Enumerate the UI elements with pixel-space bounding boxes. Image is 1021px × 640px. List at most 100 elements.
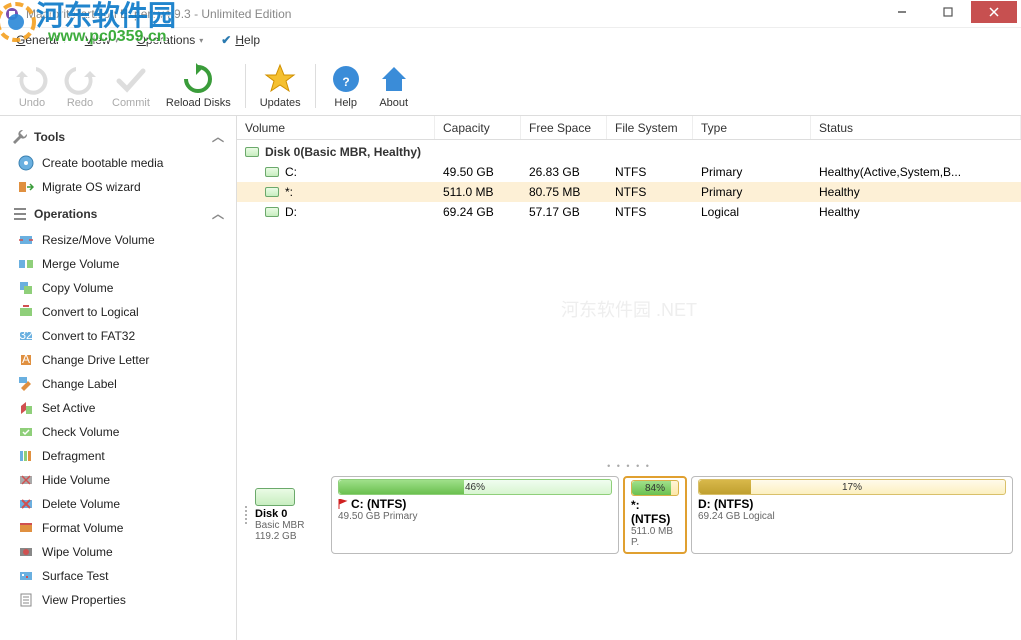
col-type[interactable]: Type — [693, 116, 811, 139]
splitter-handle[interactable]: • • • • • — [237, 462, 1021, 470]
disc-icon — [18, 155, 34, 171]
op-icon — [18, 592, 34, 608]
main-content: Volume Capacity Free Space File System T… — [237, 116, 1021, 640]
disk-group-header[interactable]: Disk 0(Basic MBR, Healthy) — [237, 142, 1021, 162]
op-icon — [18, 472, 34, 488]
volume-icon — [265, 187, 279, 197]
col-status[interactable]: Status — [811, 116, 1021, 139]
sidebar-item-hide-volume[interactable]: Hide Volume — [0, 468, 236, 492]
col-fs[interactable]: File System — [607, 116, 693, 139]
disk-icon — [255, 488, 295, 506]
wrench-icon — [12, 129, 28, 145]
sidebar-item-set-active[interactable]: Set Active — [0, 396, 236, 420]
star-icon — [264, 63, 296, 95]
volume-row[interactable]: C:49.50 GB26.83 GBNTFSPrimaryHealthy(Act… — [237, 162, 1021, 182]
reload-disks-button[interactable]: Reload Disks — [158, 61, 239, 111]
sidebar-item-view-properties[interactable]: View Properties — [0, 588, 236, 612]
menu-view[interactable]: View▾ — [77, 31, 127, 49]
sidebar-item-delete-volume[interactable]: Delete Volume — [0, 492, 236, 516]
partition-box[interactable]: 46%C: (NTFS)49.50 GB Primary — [331, 476, 619, 554]
op-icon — [18, 304, 34, 320]
col-volume[interactable]: Volume — [237, 116, 435, 139]
op-icon — [18, 448, 34, 464]
volume-icon — [265, 167, 279, 177]
undo-button[interactable]: Undo — [8, 61, 56, 111]
sidebar-item-convert-to-logical[interactable]: Convert to Logical — [0, 300, 236, 324]
op-icon — [18, 568, 34, 584]
chevron-up-icon: ︿ — [212, 205, 224, 222]
col-free[interactable]: Free Space — [521, 116, 607, 139]
sidebar-item-convert-to-fat-[interactable]: 32Convert to FAT32 — [0, 324, 236, 348]
op-icon — [18, 496, 34, 512]
sidebar-section-operations[interactable]: Operations ︿ — [0, 199, 236, 228]
op-icon — [18, 400, 34, 416]
op-icon — [18, 376, 34, 392]
usage-bar: 46% — [338, 479, 612, 495]
help-icon: ? — [330, 63, 362, 95]
menu-operations[interactable]: Operations▾ — [129, 31, 212, 49]
op-icon — [18, 280, 34, 296]
op-icon — [18, 256, 34, 272]
disk-icon — [245, 147, 259, 157]
toolbar-separator — [315, 64, 316, 108]
toolbar-separator — [245, 64, 246, 108]
menu-bar: General▾ View▾ Operations▾ ✔Help — [0, 28, 1021, 52]
partition-box[interactable]: 84%*: (NTFS)511.0 MB P. — [623, 476, 687, 554]
sidebar: Tools ︿ Create bootable media Migrate OS… — [0, 116, 237, 640]
list-icon — [12, 206, 28, 222]
sidebar-item-surface-test[interactable]: Surface Test — [0, 564, 236, 588]
sidebar-item-migrate-os[interactable]: Migrate OS wizard — [0, 175, 236, 199]
reload-icon — [182, 63, 214, 95]
sidebar-item-create-bootable[interactable]: Create bootable media — [0, 151, 236, 175]
disk-map: Disk 0 Basic MBR 119.2 GB 46%C: (NTFS)49… — [237, 470, 1021, 560]
minimize-button[interactable] — [879, 1, 925, 23]
sidebar-section-tools[interactable]: Tools ︿ — [0, 122, 236, 151]
op-icon — [18, 424, 34, 440]
toolbar: Undo Redo Commit Reload Disks Updates ? … — [0, 52, 1021, 116]
sidebar-item-check-volume[interactable]: Check Volume — [0, 420, 236, 444]
svg-text:?: ? — [342, 75, 349, 89]
close-button[interactable] — [971, 1, 1017, 23]
usage-bar: 17% — [698, 479, 1006, 495]
redo-button[interactable]: Redo — [56, 61, 104, 111]
title-bar: Macrorit Partition Expert v4.9.3 - Unlim… — [0, 0, 1021, 28]
op-icon: A — [18, 352, 34, 368]
updates-button[interactable]: Updates — [252, 61, 309, 111]
op-icon — [18, 232, 34, 248]
sidebar-item-change-drive-letter[interactable]: AChange Drive Letter — [0, 348, 236, 372]
sidebar-item-copy-volume[interactable]: Copy Volume — [0, 276, 236, 300]
commit-icon — [115, 63, 147, 95]
undo-icon — [16, 63, 48, 95]
sidebar-item-change-label[interactable]: Change Label — [0, 372, 236, 396]
about-button[interactable]: About — [370, 61, 418, 111]
op-icon — [18, 520, 34, 536]
disk-info[interactable]: Disk 0 Basic MBR 119.2 GB — [255, 476, 327, 554]
sidebar-item-merge-volume[interactable]: Merge Volume — [0, 252, 236, 276]
volume-row[interactable]: *:511.0 MB80.75 MBNTFSPrimaryHealthy — [237, 182, 1021, 202]
menu-general[interactable]: General▾ — [8, 31, 75, 49]
column-headers: Volume Capacity Free Space File System T… — [237, 116, 1021, 140]
col-capacity[interactable]: Capacity — [435, 116, 521, 139]
commit-button[interactable]: Commit — [104, 61, 158, 111]
op-icon: 32 — [18, 328, 34, 344]
partition-box[interactable]: 17%D: (NTFS)69.24 GB Logical — [691, 476, 1013, 554]
migrate-icon — [18, 179, 34, 195]
maximize-button[interactable] — [925, 1, 971, 23]
sidebar-item-resize-move-volume[interactable]: Resize/Move Volume — [0, 228, 236, 252]
sidebar-item-format-volume[interactable]: Format Volume — [0, 516, 236, 540]
op-icon — [18, 544, 34, 560]
svg-text:32: 32 — [19, 328, 33, 342]
home-icon — [378, 63, 410, 95]
chevron-up-icon: ︿ — [212, 128, 224, 145]
sidebar-item-defragment[interactable]: Defragment — [0, 444, 236, 468]
volume-row[interactable]: D:69.24 GB57.17 GBNTFSLogicalHealthy — [237, 202, 1021, 222]
flag-icon — [338, 499, 348, 509]
menu-help[interactable]: ✔Help — [213, 31, 268, 49]
sidebar-item-wipe-volume[interactable]: Wipe Volume — [0, 540, 236, 564]
app-icon — [4, 6, 20, 22]
drag-handle-icon[interactable] — [245, 476, 251, 554]
svg-text:A: A — [22, 352, 30, 366]
help-button[interactable]: ? Help — [322, 61, 370, 111]
window-title: Macrorit Partition Expert v4.9.3 - Unlim… — [26, 7, 879, 21]
usage-bar: 84% — [631, 480, 679, 496]
